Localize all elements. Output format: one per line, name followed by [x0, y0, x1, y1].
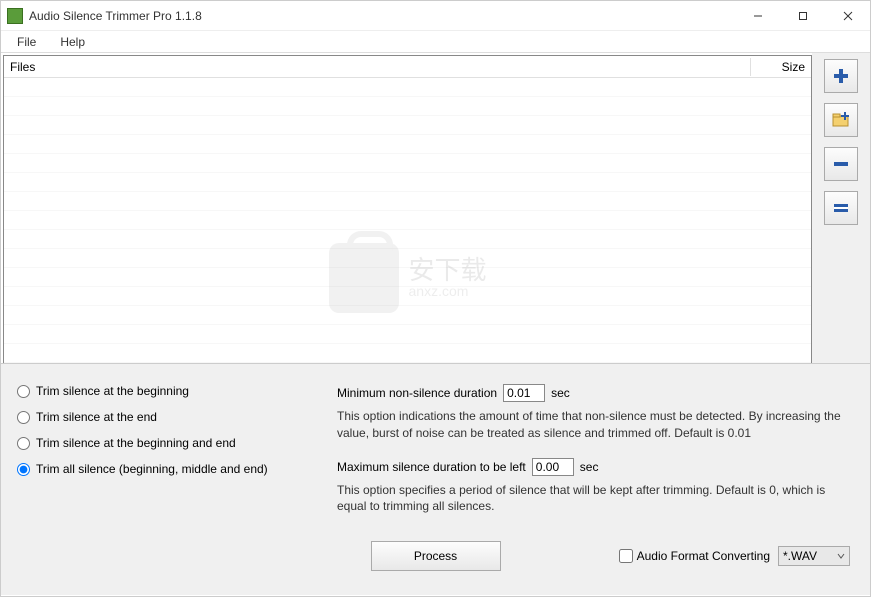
radio-input[interactable]	[17, 385, 30, 398]
radio-trim-both[interactable]: Trim silence at the beginning and end	[17, 436, 317, 450]
menu-file[interactable]: File	[5, 33, 48, 51]
max-duration-input[interactable]	[532, 458, 574, 476]
chevron-down-icon	[837, 549, 845, 563]
add-file-button[interactable]	[824, 59, 858, 93]
sidebar	[812, 53, 870, 363]
titlebar: Audio Silence Trimmer Pro 1.1.8	[1, 1, 870, 31]
radio-trim-all[interactable]: Trim all silence (beginning, middle and …	[17, 462, 317, 476]
column-size[interactable]: Size	[751, 58, 811, 76]
maximize-button[interactable]	[780, 1, 825, 30]
menu-help[interactable]: Help	[48, 33, 97, 51]
min-duration-input[interactable]	[503, 384, 545, 402]
app-icon	[7, 8, 23, 24]
watermark: 安下载 anxz.com	[328, 243, 486, 313]
max-duration-desc: This option specifies a period of silenc…	[337, 482, 854, 516]
radio-input[interactable]	[17, 437, 30, 450]
min-duration-desc: This option indications the amount of ti…	[337, 408, 854, 442]
file-list[interactable]: Files Size 安下载 anxz.com	[3, 55, 812, 363]
options-panel: Trim silence at the beginning Trim silen…	[1, 363, 870, 595]
file-list-header: Files Size	[4, 56, 811, 78]
sec-label2: sec	[580, 460, 599, 474]
remove-button[interactable]	[824, 147, 858, 181]
menubar: File Help	[1, 31, 870, 53]
radio-input[interactable]	[17, 463, 30, 476]
radio-trim-end[interactable]: Trim silence at the end	[17, 410, 317, 424]
radio-trim-beginning[interactable]: Trim silence at the beginning	[17, 384, 317, 398]
checkbox-input[interactable]	[619, 549, 633, 563]
window-title: Audio Silence Trimmer Pro 1.1.8	[29, 9, 735, 23]
sec-label: sec	[551, 386, 570, 400]
radio-input[interactable]	[17, 411, 30, 424]
max-duration-label: Maximum silence duration to be left	[337, 460, 526, 474]
add-folder-button[interactable]	[824, 103, 858, 137]
close-button[interactable]	[825, 1, 870, 30]
minimize-button[interactable]	[735, 1, 780, 30]
column-files[interactable]: Files	[4, 58, 751, 76]
format-select[interactable]: *.WAV	[778, 546, 850, 566]
process-button[interactable]: Process	[371, 541, 501, 571]
format-converting-checkbox[interactable]: Audio Format Converting	[619, 549, 770, 563]
min-duration-label: Minimum non-silence duration	[337, 386, 497, 400]
file-list-body: 安下载 anxz.com	[4, 78, 811, 363]
remove-all-button[interactable]	[824, 191, 858, 225]
